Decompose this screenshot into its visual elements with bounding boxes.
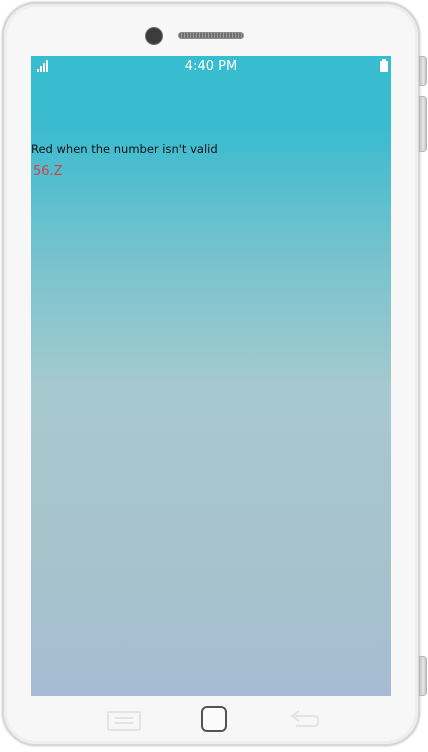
menu-button[interactable] xyxy=(106,706,142,732)
volume-up-button xyxy=(419,56,427,86)
front-camera-icon xyxy=(146,28,162,44)
number-entry[interactable] xyxy=(33,162,153,180)
volume-down-button xyxy=(419,96,427,152)
back-arrow-icon xyxy=(290,710,319,727)
screen: 4:40 PM Red when the number isn't valid xyxy=(31,56,391,696)
status-time: 4:40 PM xyxy=(184,59,238,74)
validation-label: Red when the number isn't valid xyxy=(31,142,218,156)
menu-icon xyxy=(107,711,141,731)
battery-icon xyxy=(380,59,388,72)
home-button[interactable] xyxy=(200,706,228,732)
power-button xyxy=(419,656,427,696)
home-icon xyxy=(201,706,227,732)
earpiece-speaker-icon xyxy=(178,32,244,39)
status-bar: 4:40 PM xyxy=(31,56,391,78)
back-button[interactable] xyxy=(286,706,322,732)
